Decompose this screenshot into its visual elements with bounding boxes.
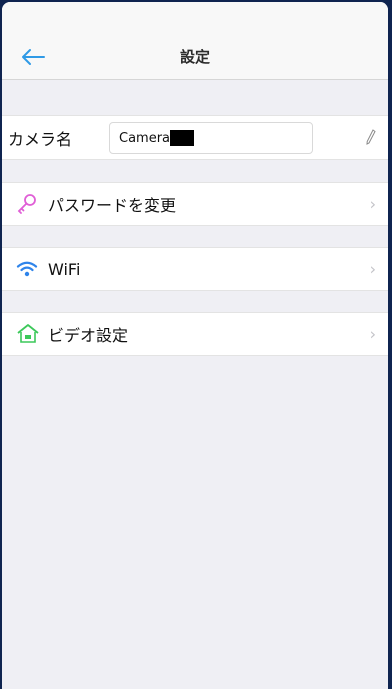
wifi-label: WiFi [48,259,81,279]
camera-name-label: カメラ名 [8,129,73,149]
home-video-icon [17,324,39,343]
menu-item-wifi[interactable]: WiFi › [2,247,388,291]
redaction-block [170,130,195,146]
pencil-icon[interactable] [366,129,376,145]
chevron-right-icon: › [369,324,376,344]
wifi-icon [16,261,38,277]
nav-header: 設定 [2,2,388,80]
chevron-right-icon: › [369,194,376,214]
camera-name-row: カメラ名 Camera [2,115,388,160]
chevron-right-icon: › [369,259,376,279]
video-settings-label: ビデオ設定 [48,326,129,345]
page-title: 設定 [179,48,210,66]
camera-name-field[interactable]: Camera [109,122,313,154]
camera-name-value: Camera [119,130,171,146]
menu-item-change-password[interactable]: パスワードを変更 › [2,182,388,226]
settings-screen: 設定 カメラ名 Camera パスワードを変更 › WiFi › ビデオ設定 › [2,2,388,689]
change-password-label: パスワードを変更 [48,196,177,215]
key-icon [17,194,36,214]
menu-item-video-settings[interactable]: ビデオ設定 › [2,312,388,356]
